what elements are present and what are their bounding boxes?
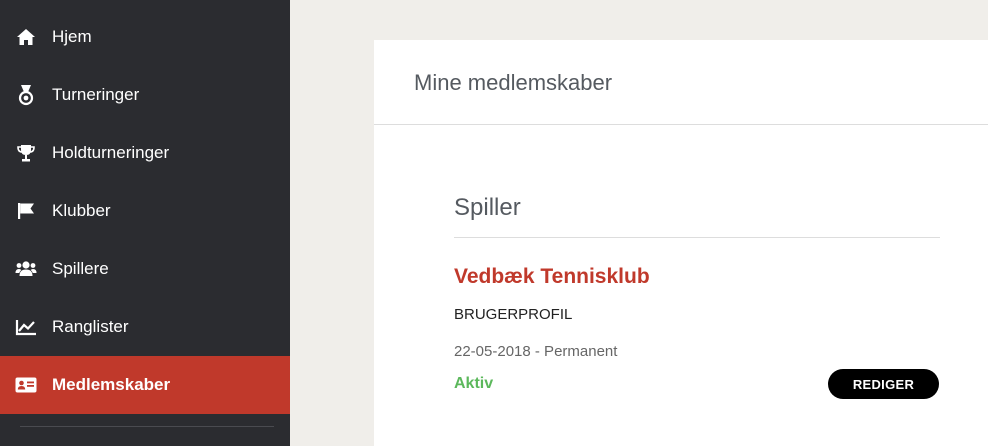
sidebar-item-label: Klubber	[52, 201, 111, 220]
sidebar-item-holdturneringer[interactable]: Holdturneringer	[0, 124, 290, 182]
sidebar-item-label: Turneringer	[52, 85, 140, 104]
users-icon	[14, 258, 38, 280]
sidebar-item-label: Spillere	[52, 259, 109, 278]
sidebar-item-label: Ranglister	[52, 317, 129, 336]
section-title: Spiller	[454, 194, 521, 221]
medal-icon	[14, 84, 38, 106]
club-name-link[interactable]: Vedbæk Tennisklub	[454, 265, 650, 289]
card-header: Mine medlemskaber	[374, 40, 988, 125]
sidebar-item-medlemskaber[interactable]: Medlemskaber	[0, 356, 290, 414]
status-badge: Aktiv	[454, 375, 494, 392]
trophy-icon	[14, 142, 38, 164]
sidebar-item-turneringer[interactable]: Turneringer	[0, 66, 290, 124]
memberships-card: Mine medlemskaber Spiller Vedbæk Tennisk…	[374, 40, 988, 446]
sidebar: Hjem Turneringer Holdturneringer Klubber…	[0, 0, 290, 446]
sidebar-item-label: Hjem	[52, 27, 92, 46]
sidebar-item-hjem[interactable]: Hjem	[0, 8, 290, 66]
home-icon	[14, 26, 38, 48]
profile-type: BRUGERPROFIL	[454, 306, 573, 323]
chart-line-icon	[14, 316, 38, 338]
sidebar-item-label: Holdturneringer	[52, 143, 170, 162]
sidebar-divider	[20, 426, 274, 427]
sidebar-item-label: Medlemskaber	[52, 375, 171, 394]
sidebar-item-klubber[interactable]: Klubber	[0, 182, 290, 240]
page-title: Mine medlemskaber	[414, 70, 613, 95]
section-divider	[454, 237, 940, 238]
sidebar-item-spillere[interactable]: Spillere	[0, 240, 290, 298]
id-card-icon	[14, 374, 38, 396]
edit-button[interactable]: REDIGER	[828, 369, 939, 399]
membership-period: 22-05-2018 - Permanent	[454, 343, 618, 360]
sidebar-item-ranglister[interactable]: Ranglister	[0, 298, 290, 356]
flag-icon	[14, 200, 38, 222]
